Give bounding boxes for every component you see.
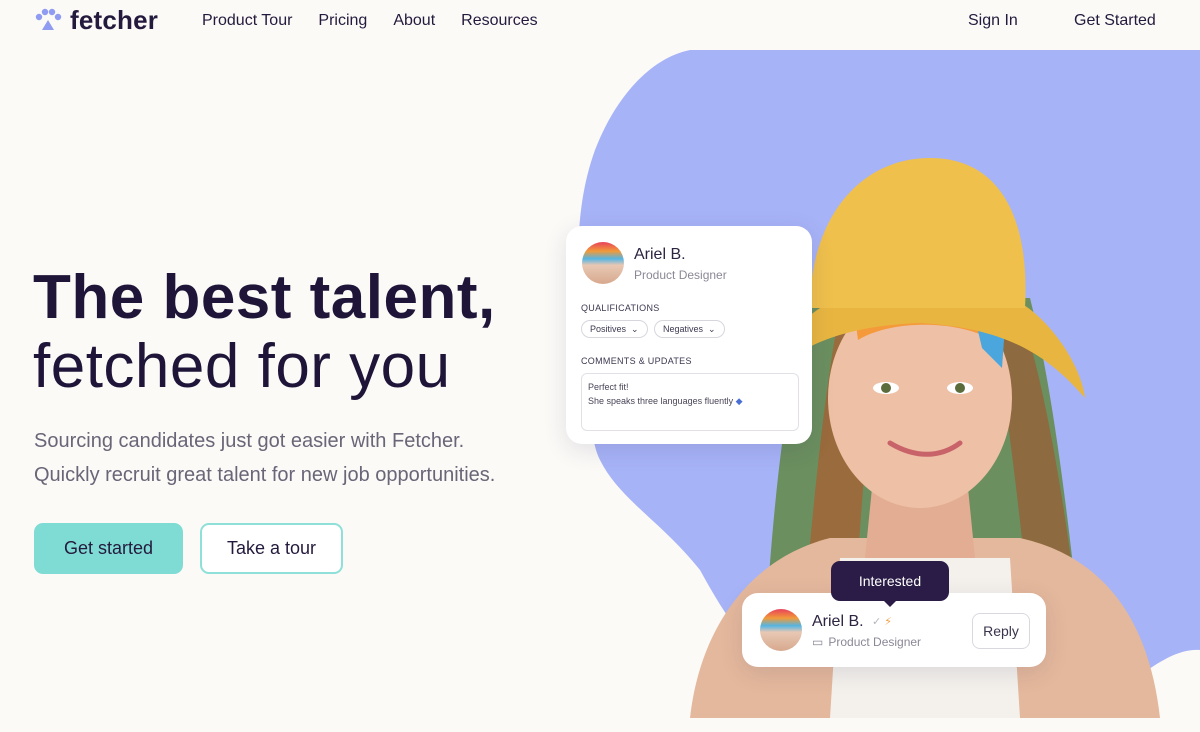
- candidate-name: Ariel B.: [812, 613, 864, 630]
- hero-subtitle: Sourcing candidates just got easier with…: [34, 424, 554, 492]
- spark-icon: ⚡: [884, 616, 893, 628]
- candidate-role: Product Designer: [828, 635, 922, 649]
- hero-subtitle-line1: Sourcing candidates just got easier with…: [34, 430, 465, 452]
- get-started-button[interactable]: Get started: [34, 523, 183, 574]
- candidate-profile-card: Ariel B. Product Designer QUALIFICATIONS…: [566, 226, 812, 444]
- comment-box[interactable]: Perfect fit! She speaks three languages …: [581, 373, 799, 431]
- hero-subtitle-line2: Quickly recruit great talent for new job…: [34, 464, 496, 486]
- reply-button[interactable]: Reply: [972, 613, 1030, 649]
- interested-tooltip: Interested: [831, 561, 949, 607]
- take-a-tour-button[interactable]: Take a tour: [200, 523, 343, 574]
- comment-line1: Perfect fit!: [588, 382, 629, 392]
- negatives-label: Negatives: [663, 324, 704, 334]
- avatar: [582, 242, 624, 284]
- speech-icon: ◆: [735, 396, 743, 406]
- chevron-down-icon: ⌄: [631, 323, 639, 334]
- positives-label: Positives: [590, 324, 627, 334]
- hero-title-line1: The best talent,: [33, 263, 496, 332]
- status-badges: ✓ ⚡: [872, 615, 892, 628]
- hero-title-line2: fetched for you: [33, 332, 451, 401]
- avatar: [760, 609, 802, 651]
- folder-icon: ▭: [812, 635, 824, 649]
- candidate-role-row: ▭ Product Designer: [812, 635, 921, 649]
- candidate-name: Ariel B.: [634, 246, 686, 263]
- negatives-dropdown[interactable]: Negatives ⌄: [654, 320, 725, 338]
- check-icon: ✓: [872, 616, 882, 628]
- qualifications-label: QUALIFICATIONS: [581, 303, 660, 313]
- positives-dropdown[interactable]: Positives ⌄: [581, 320, 648, 338]
- candidate-role: Product Designer: [634, 268, 727, 282]
- comment-line2: She speaks three languages fluently: [588, 396, 734, 406]
- chevron-down-icon: ⌄: [708, 323, 716, 334]
- comments-label: COMMENTS & UPDATES: [581, 356, 692, 366]
